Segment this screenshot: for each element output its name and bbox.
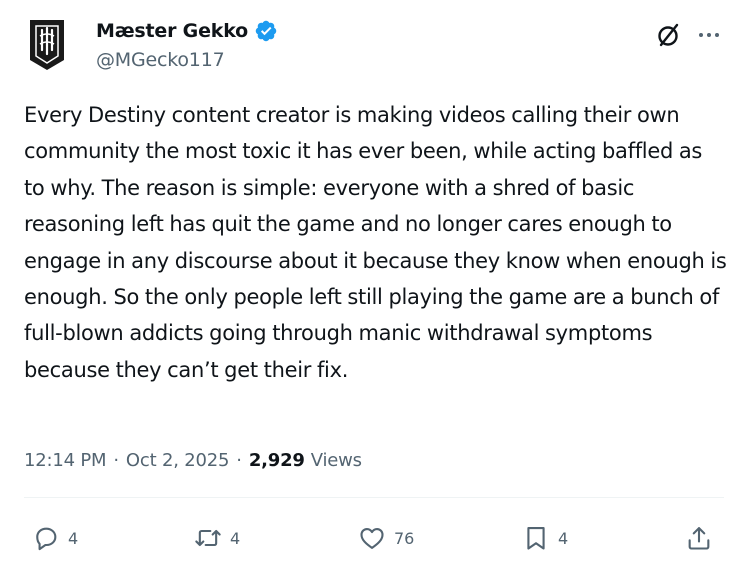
repost-button[interactable]: 4	[194, 521, 240, 555]
verified-badge-icon[interactable]	[254, 19, 278, 43]
heart-icon	[360, 527, 384, 549]
avatar[interactable]	[24, 16, 70, 72]
reply-icon	[36, 527, 57, 551]
share-button[interactable]	[685, 521, 713, 555]
meta-separator: ·	[236, 450, 242, 471]
divider	[24, 497, 724, 498]
banner-avatar-icon	[30, 20, 64, 70]
repost-count: 4	[230, 528, 241, 548]
tweet-date[interactable]: Oct 2, 2025	[126, 450, 230, 471]
grok-icon[interactable]	[654, 20, 684, 50]
author-info: Mæster Gekko @MGecko117	[96, 16, 278, 76]
tweet-time[interactable]: 12:14 PM	[24, 450, 107, 471]
reply-button[interactable]: 4	[32, 521, 78, 555]
like-count: 76	[394, 528, 415, 548]
tweet-card: Mæster Gekko @MGecko117 Every Destiny co…	[0, 0, 748, 573]
more-options-icon[interactable]	[696, 22, 722, 48]
views-count: 2,929	[248, 450, 305, 471]
reply-count: 4	[68, 528, 79, 548]
display-name[interactable]: Mæster Gekko	[96, 20, 248, 42]
views-label: Views	[310, 450, 362, 471]
bookmark-icon	[527, 527, 545, 550]
bookmark-button[interactable]: 4	[522, 521, 568, 555]
bookmark-count: 4	[558, 528, 569, 548]
meta-separator: ·	[113, 450, 119, 471]
handle[interactable]: @MGecko117	[96, 49, 278, 71]
like-button[interactable]: 76	[358, 521, 414, 555]
share-icon	[688, 527, 710, 550]
tweet-text: Every Destiny content creator is making …	[24, 103, 727, 382]
tweet-meta: 12:14 PM · Oct 2, 2025 · 2,929 Views	[24, 450, 362, 471]
repost-icon	[195, 529, 221, 547]
name-row: Mæster Gekko	[96, 16, 278, 46]
